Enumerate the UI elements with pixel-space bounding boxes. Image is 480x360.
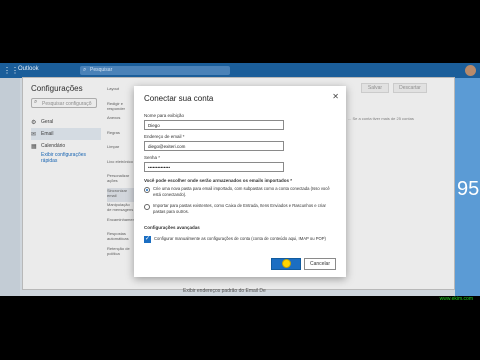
app-launcher-icon[interactable]: ⋮⋮ xyxy=(3,67,19,75)
email-label: Endereço de email * xyxy=(144,134,185,139)
global-search-placeholder: Pesquisar xyxy=(90,67,113,73)
background-number: 95 xyxy=(457,178,480,200)
app-name: Outlook xyxy=(18,66,39,72)
app-window: ⋮⋮ Outlook ⌕ Pesquisar 95 Configurações … xyxy=(0,63,480,296)
manual-config-checkbox[interactable]: ✓ xyxy=(144,236,151,243)
existing-folders-option-text: Importar para pastas existentes, como Ca… xyxy=(153,203,326,214)
background-reading-pane: 95 xyxy=(455,78,480,296)
close-icon[interactable]: ✕ xyxy=(332,92,339,101)
display-name-label: Nome para exibição xyxy=(144,113,185,118)
manual-config-text: Configurar manualmente as configurações … xyxy=(154,236,326,241)
password-label: Senha * xyxy=(144,155,161,160)
avatar[interactable] xyxy=(465,65,476,76)
watermark: www.ekim.com xyxy=(439,296,473,302)
connect-account-dialog: Conectar sua conta ✕ Nome para exibição … xyxy=(134,86,346,277)
email-field[interactable]: diego@exiteri.com xyxy=(144,141,284,151)
display-name-value: Diego xyxy=(148,123,160,128)
search-icon: ⌕ xyxy=(83,67,87,73)
password-field[interactable]: •••••••••••••• xyxy=(144,162,284,172)
new-folder-radio[interactable] xyxy=(144,187,150,193)
advanced-settings-label: Configurações avançadas xyxy=(144,225,200,230)
new-folder-option-text: Crie uma nova pasta para email importado… xyxy=(153,186,330,197)
dialog-title: Conectar sua conta xyxy=(144,94,214,103)
display-name-field[interactable]: Diego xyxy=(144,120,284,130)
password-value: •••••••••••••• xyxy=(148,165,171,170)
storage-question: Você pode escolher onde serão armazenado… xyxy=(144,178,292,183)
email-value: diego@exiteri.com xyxy=(148,144,186,149)
top-bar: ⋮⋮ Outlook ⌕ Pesquisar xyxy=(0,63,480,78)
background-left-rail xyxy=(0,78,20,296)
global-search[interactable]: ⌕ Pesquisar xyxy=(80,66,230,75)
mouse-cursor-highlight xyxy=(282,259,291,268)
cancel-button[interactable]: Cancelar xyxy=(304,258,336,270)
existing-folders-radio[interactable] xyxy=(144,204,150,210)
